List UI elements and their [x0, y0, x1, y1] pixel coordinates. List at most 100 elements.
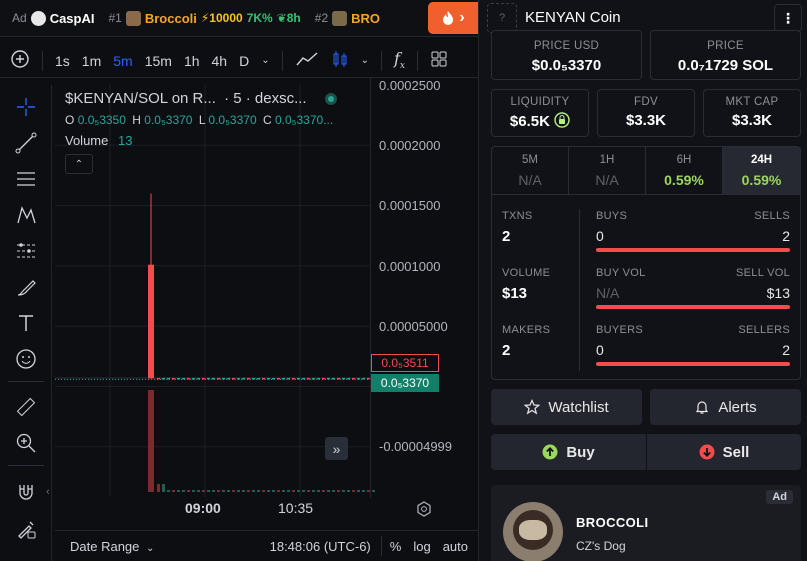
- chevron-down-icon[interactable]: ⌄: [255, 55, 275, 66]
- candle-body: [212, 377, 215, 380]
- volume-bar: [187, 490, 190, 492]
- trend-line-icon[interactable]: [14, 131, 38, 155]
- tab-5m[interactable]: 5M N/A: [492, 147, 569, 195]
- interval-4h[interactable]: 4h: [206, 53, 234, 69]
- more-options-button[interactable]: ⋮: [774, 4, 802, 32]
- buy-button[interactable]: Buy: [491, 434, 646, 470]
- emoji-icon[interactable]: [14, 347, 38, 371]
- brush-icon[interactable]: [14, 275, 38, 299]
- trending-name-2[interactable]: BRO: [351, 11, 380, 26]
- price-usd-card: PRICE USD $0.0₅3370: [491, 30, 642, 80]
- date-range-button[interactable]: Date Range ⌄: [70, 539, 154, 554]
- chart-settings-icon[interactable]: [415, 500, 433, 518]
- fdv-label: FDV: [634, 96, 658, 108]
- zoom-in-icon[interactable]: [14, 431, 38, 455]
- volume-bar: [357, 490, 360, 492]
- candle-body: [317, 377, 320, 380]
- scroll-to-latest-button[interactable]: »: [325, 437, 348, 460]
- volume-bar: [262, 490, 265, 492]
- sell-button[interactable]: Sell: [647, 434, 801, 470]
- ruler-icon[interactable]: [14, 395, 38, 419]
- candle-body: [197, 377, 200, 380]
- candle-body: [327, 377, 330, 380]
- liquidity-locked-icon: [554, 112, 570, 128]
- fib-icon[interactable]: [14, 239, 38, 263]
- candles-icon[interactable]: [325, 49, 355, 72]
- price-scale[interactable]: 0.0002500 0.0002000 0.0001500 0.0001000 …: [370, 78, 478, 498]
- time-tick: 10:35: [278, 500, 314, 516]
- indicators-icon[interactable]: fx: [388, 49, 411, 71]
- ad-token-name[interactable]: CaspAI: [50, 11, 95, 26]
- tab-24h[interactable]: 24H 0.59%: [723, 147, 800, 195]
- volume-bar: [287, 490, 290, 492]
- legend-collapse-button[interactable]: ⌃: [65, 154, 93, 174]
- rail-collapse-handle[interactable]: ‹: [46, 486, 54, 504]
- volume-bar: [217, 490, 220, 492]
- tab-6h[interactable]: 6H 0.59%: [646, 147, 723, 195]
- legend-low: 0.0₅3370: [208, 113, 257, 127]
- volume-bar: [207, 490, 210, 492]
- watchlist-button[interactable]: Watchlist: [491, 389, 642, 425]
- interval-15m[interactable]: 15m: [139, 53, 178, 69]
- candle-body: [167, 377, 170, 380]
- text-icon[interactable]: [14, 311, 38, 335]
- volume-bar: [162, 484, 165, 492]
- candle-body: [187, 377, 190, 380]
- interval-1m[interactable]: 1m: [76, 53, 107, 69]
- makers-value: 2: [502, 342, 511, 359]
- auto-toggle[interactable]: auto: [443, 539, 468, 554]
- time-axis[interactable]: 09:00 10:35: [55, 497, 370, 521]
- trending-expand-button[interactable]: ›: [428, 2, 478, 34]
- sell-vol-value: $13: [766, 285, 790, 301]
- tab-24h-value: 0.59%: [741, 172, 782, 188]
- tab-5m-value: N/A: [518, 172, 542, 188]
- promo-card[interactable]: Ad BROCCOLI CZ's Dog: [491, 485, 801, 561]
- lock-drawing-icon[interactable]: [14, 517, 38, 541]
- chevron-right-icon: ›: [459, 9, 465, 26]
- alerts-button[interactable]: Alerts: [650, 389, 801, 425]
- bell-icon: [696, 401, 709, 414]
- pattern-icon[interactable]: [14, 203, 38, 227]
- price-usd-label: PRICE USD: [533, 40, 600, 52]
- timeframe-tabs: 5M N/A 1H N/A 6H 0.59% 24H 0.59%: [492, 147, 800, 195]
- volume-bar: [252, 490, 255, 492]
- line-chart-icon[interactable]: [289, 50, 325, 71]
- candle-body: [202, 377, 205, 380]
- buyers-value: 0: [596, 342, 604, 358]
- interval-5m[interactable]: 5m: [107, 53, 138, 69]
- interval-1h[interactable]: 1h: [178, 53, 206, 69]
- interval-1s[interactable]: 1s: [49, 53, 76, 69]
- percent-toggle[interactable]: %: [390, 539, 402, 554]
- legend-title: $KENYAN/SOL on R...: [65, 90, 216, 107]
- promo-subtitle: CZ's Dog: [576, 539, 626, 553]
- tab-1h[interactable]: 1H N/A: [569, 147, 646, 195]
- crosshair-icon[interactable]: [14, 95, 38, 119]
- volume-label: Volume: [65, 133, 109, 148]
- price-usd-value: $0.0₅3370: [531, 57, 602, 74]
- magnet-icon[interactable]: [14, 481, 38, 505]
- trending-boost-1: 10000: [209, 11, 243, 25]
- legend-close-label: C: [262, 113, 272, 127]
- chart-toolbar: 1s 1m 5m 15m 1h 4h D ⌄ ⌄ fx: [0, 44, 478, 78]
- sell-vol-label: SELL VOL: [736, 267, 790, 279]
- volume-bar: [157, 484, 160, 492]
- interval-d[interactable]: D: [233, 53, 255, 69]
- clock[interactable]: 18:48:06 (UTC-6): [270, 539, 371, 554]
- stats-divider: [579, 209, 580, 371]
- layout-grid-icon[interactable]: [424, 50, 454, 71]
- horizontal-lines-icon[interactable]: [14, 167, 38, 191]
- volume-value: $13: [502, 285, 528, 302]
- trending-name-1[interactable]: Broccoli: [145, 11, 197, 26]
- chevron-down-icon[interactable]: ⌄: [355, 55, 375, 66]
- candle-body: [257, 377, 260, 380]
- volume-bar: [227, 490, 230, 492]
- liquidity-label: LIQUIDITY: [510, 96, 570, 108]
- candle-body: [177, 377, 180, 380]
- log-toggle[interactable]: log: [413, 539, 430, 554]
- candle-body: [332, 377, 335, 380]
- visibility-icon[interactable]: [14, 551, 38, 561]
- add-symbol-icon[interactable]: [4, 49, 36, 72]
- candle-body: [347, 377, 350, 380]
- volume-bar: [317, 490, 320, 492]
- candle-body: [352, 377, 355, 380]
